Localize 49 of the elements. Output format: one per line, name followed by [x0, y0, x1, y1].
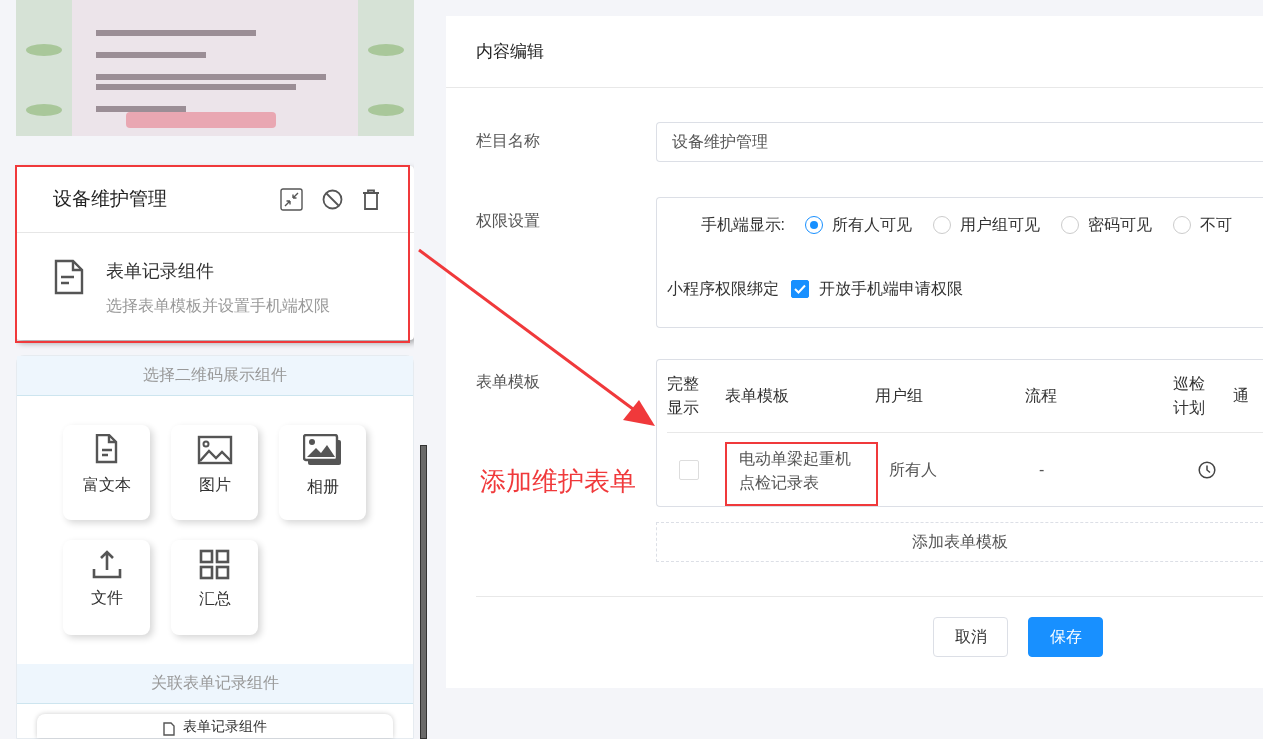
input-field[interactable]: 设备维护管理	[656, 122, 1263, 162]
scrollbar[interactable]	[420, 445, 427, 739]
field-label: 表单模板	[476, 372, 541, 392]
field-label: 栏目名称	[476, 131, 541, 151]
component-description: 选择表单模板并设置手机端权限	[106, 296, 330, 316]
table-cell: 电动单梁起重机点检记录表	[725, 442, 878, 506]
component-tile[interactable]: 富文本	[63, 425, 150, 520]
annotation-text: 添加维护表单	[480, 465, 636, 498]
component-tile[interactable]: 图片	[171, 425, 258, 520]
table-cell-text: -	[1039, 459, 1046, 480]
document-icon	[54, 259, 84, 295]
column-header: 巡检计划	[1173, 374, 1205, 418]
section-heading: 关联表单记录组件	[17, 664, 413, 704]
document-icon	[93, 434, 120, 466]
radio-option[interactable]: 不可	[1173, 214, 1232, 236]
add-template-button[interactable]: 添加表单模板	[656, 522, 1263, 562]
component-tile[interactable]: 文件	[63, 540, 150, 635]
panel-title: 内容编辑	[446, 16, 1263, 88]
upload-icon	[91, 549, 122, 579]
checkbox[interactable]	[679, 459, 699, 480]
column-header: 通	[1233, 387, 1249, 404]
field-label: 权限设置	[476, 211, 541, 231]
component-tile[interactable]: 汇总	[171, 540, 258, 635]
field-label: 小程序权限绑定	[667, 278, 779, 299]
column-header: 完整显示	[667, 374, 699, 418]
field-label: 手机端显示:	[699, 214, 785, 235]
checkmark-icon	[794, 284, 806, 294]
column-header: 表单模板	[725, 387, 789, 404]
table-cell-text: 所有人	[889, 459, 938, 480]
block-title: 设备维护管理	[53, 187, 168, 211]
document-icon	[163, 722, 175, 736]
collapse-icon[interactable]	[280, 187, 303, 211]
clock-icon[interactable]	[1198, 460, 1216, 479]
column-header: 用户组	[875, 387, 923, 404]
cancel-button[interactable]: 取消	[933, 617, 1008, 657]
grid-icon	[199, 549, 230, 580]
checkbox[interactable]: 开放手机端申请权限	[791, 278, 963, 300]
section-heading: 选择二维码展示组件	[17, 356, 413, 396]
component-tile[interactable]: 表单记录组件	[37, 714, 393, 738]
trash-icon[interactable]	[362, 188, 380, 210]
photo-stack-icon	[302, 434, 343, 468]
image-icon	[196, 434, 233, 466]
component-tile[interactable]: 相册	[279, 425, 366, 520]
radio-option[interactable]: 用户组可见	[933, 214, 1040, 236]
component-title: 表单记录组件	[106, 260, 215, 283]
disable-icon[interactable]	[322, 188, 343, 210]
radio-option[interactable]: 所有人可见	[805, 214, 912, 236]
radio-option[interactable]: 密码可见	[1061, 214, 1152, 236]
column-header: 流程	[1025, 387, 1057, 404]
